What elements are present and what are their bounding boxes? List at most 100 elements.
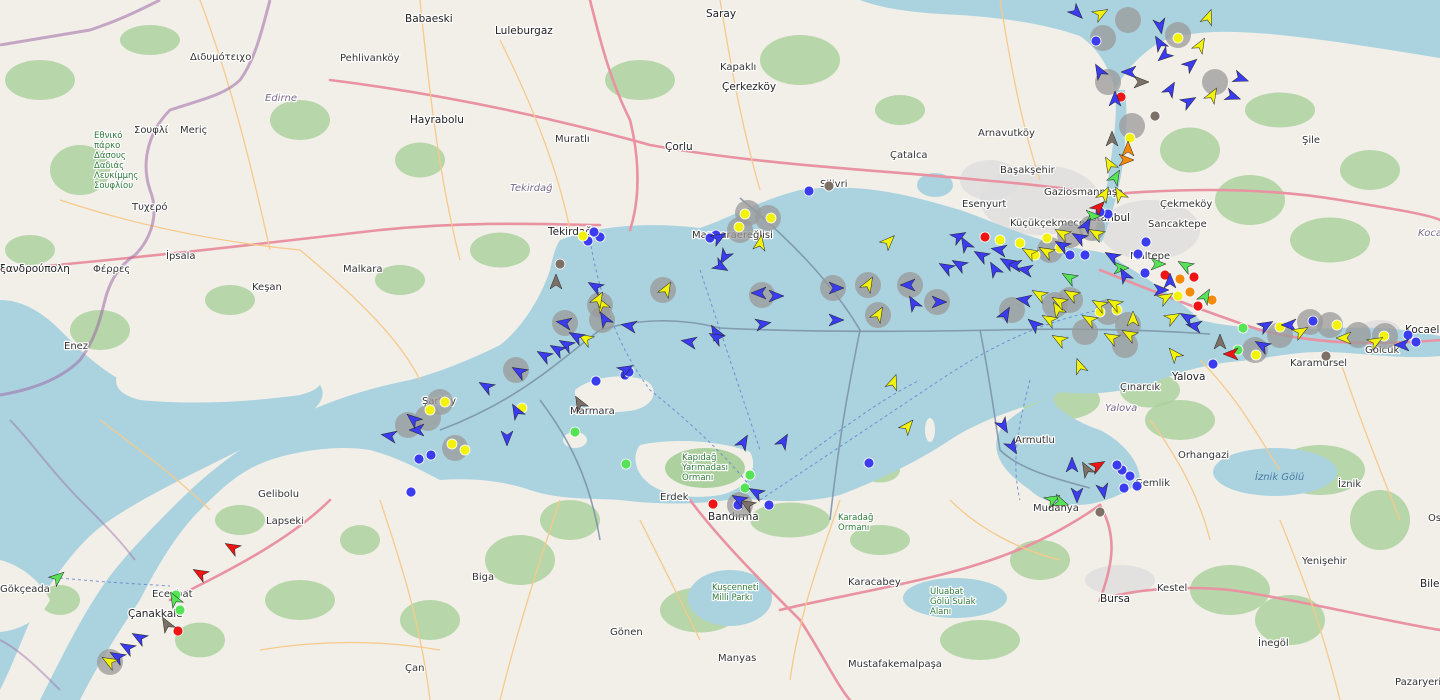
place-label-ipsala: İpsala xyxy=(166,249,196,262)
anchored-vessel-marker[interactable] xyxy=(1131,480,1143,492)
place-label-karacabey: Karacabey xyxy=(848,577,901,588)
anchored-vessel-marker[interactable] xyxy=(1207,358,1219,370)
anchored-vessel-marker[interactable] xyxy=(1410,336,1422,348)
place-label-arnavutkoy: Arnavutköy xyxy=(978,128,1035,139)
anchored-vessel-marker[interactable] xyxy=(1174,273,1186,285)
anchored-vessel-marker[interactable] xyxy=(823,180,835,192)
anchored-vessel-marker[interactable] xyxy=(1118,482,1130,494)
anchored-vessel-marker[interactable] xyxy=(1140,236,1152,248)
anchored-vessel-marker[interactable] xyxy=(704,232,716,244)
anchored-vessel-marker[interactable] xyxy=(1094,506,1106,518)
anchored-vessel-marker[interactable] xyxy=(1132,248,1144,260)
forest-area xyxy=(605,60,675,100)
forest-area xyxy=(470,232,530,268)
place-label-mustafakemalpasa: Mustafakemalpaşa xyxy=(848,659,942,670)
place-label-cerkezkoy: Çerkezköy xyxy=(722,81,776,93)
anchored-vessel-marker[interactable] xyxy=(1014,237,1026,249)
anchored-vessel-marker[interactable] xyxy=(425,449,437,461)
place-label-cekmekoy: Çekmeköy xyxy=(1160,199,1212,210)
anchored-vessel-marker[interactable] xyxy=(1111,459,1123,471)
place-label-marmara: Marmara xyxy=(570,406,615,417)
forest-area xyxy=(1340,150,1400,190)
anchored-vessel-marker[interactable] xyxy=(1307,315,1319,327)
anchored-vessel-marker[interactable] xyxy=(1184,286,1196,298)
place-label-basaksehir: Başakşehir xyxy=(1000,165,1056,176)
anchored-vessel-marker[interactable] xyxy=(1192,300,1204,312)
forest-area xyxy=(270,100,330,140)
anchored-vessel-marker[interactable] xyxy=(1172,290,1184,302)
anchored-vessel-marker[interactable] xyxy=(1172,32,1184,44)
anchored-vessel-marker[interactable] xyxy=(1139,267,1151,279)
place-label-kapakli: Kapaklı xyxy=(720,62,756,73)
place-label-catalca: Çatalca xyxy=(890,150,928,161)
anchored-vessel-marker[interactable] xyxy=(413,453,425,465)
anchored-vessel-marker[interactable] xyxy=(424,404,436,416)
anchored-vessel-marker[interactable] xyxy=(172,625,184,637)
anchored-vessel-marker[interactable] xyxy=(763,499,775,511)
place-label-gelibolu: Gelibolu xyxy=(258,489,299,500)
forest-area xyxy=(400,600,460,640)
place-label-yenisehir: Yenişehir xyxy=(1301,556,1348,567)
forest-area xyxy=(205,285,255,315)
anchored-vessel-marker[interactable] xyxy=(569,426,581,438)
anchored-vessel-marker[interactable] xyxy=(765,212,777,224)
anchored-vessel-marker[interactable] xyxy=(588,226,600,238)
anchored-vessel-marker[interactable] xyxy=(994,234,1006,246)
place-label-muratli: Muratlı xyxy=(555,134,590,145)
forest-area xyxy=(340,525,380,555)
anchored-vessel-marker[interactable] xyxy=(803,185,815,197)
anchored-vessel-marker[interactable] xyxy=(554,258,566,270)
anchored-vessel-marker[interactable] xyxy=(739,482,751,494)
anchored-vessel-marker[interactable] xyxy=(174,604,186,616)
vessel-traffic-map[interactable]: Babaeski Luleburgaz Saray Kapaklı Çerkezköy Δ… xyxy=(0,0,1440,700)
place-label-sile: Şile xyxy=(1302,135,1320,146)
anchored-vessel-marker[interactable] xyxy=(405,486,417,498)
anchored-vessel-marker[interactable] xyxy=(863,457,875,469)
anchored-vessel-marker[interactable] xyxy=(1402,329,1414,341)
anchored-vessel-marker[interactable] xyxy=(446,438,458,450)
place-label-erdek: Erdek xyxy=(660,492,689,503)
place-label-pehlivankoy: Pehlivanköy xyxy=(340,53,400,64)
anchored-vessel-marker[interactable] xyxy=(744,469,756,481)
place-label-orhangazi: Orhangazi xyxy=(1178,450,1229,461)
anchored-vessel-marker[interactable] xyxy=(979,231,991,243)
anchored-vessel-marker[interactable] xyxy=(1331,319,1343,331)
anchored-vessel-marker[interactable] xyxy=(707,498,719,510)
anchored-vessel-marker[interactable] xyxy=(1188,271,1200,283)
place-label-gaziosmanpasa: Gaziosmanpaşa xyxy=(1044,187,1123,198)
anchored-vessel-marker[interactable] xyxy=(439,396,451,408)
anchored-vessel-marker[interactable] xyxy=(1090,35,1102,47)
anchored-vessel-marker[interactable] xyxy=(1064,249,1076,261)
anchored-vessel-marker[interactable] xyxy=(1320,350,1332,362)
place-label-didymoteicho: Διδυμότειχο xyxy=(190,51,251,63)
anchored-vessel-marker[interactable] xyxy=(620,458,632,470)
anchored-vessel-marker[interactable] xyxy=(739,208,751,220)
anchored-vessel-marker[interactable] xyxy=(590,375,602,387)
anchored-vessel-marker[interactable] xyxy=(1124,470,1136,482)
place-label-edirne: Edirne xyxy=(265,93,297,104)
place-label-bilecik: Bile xyxy=(1420,578,1440,590)
forest-area xyxy=(120,25,180,55)
anchored-vessel-marker[interactable] xyxy=(1274,321,1286,333)
anchored-vessel-marker[interactable] xyxy=(1124,132,1136,144)
anchored-vessel-marker[interactable] xyxy=(1237,322,1249,334)
place-label-manyas: Manyas xyxy=(718,653,756,664)
anchored-vessel-marker[interactable] xyxy=(1250,349,1262,361)
place-label-pazaryeri: Pazaryeri xyxy=(1395,677,1440,688)
anchored-vessel-marker[interactable] xyxy=(1149,110,1161,122)
vessel-cluster[interactable] xyxy=(1072,319,1098,345)
forest-area xyxy=(5,60,75,100)
anchored-vessel-marker[interactable] xyxy=(1079,249,1091,261)
anchored-vessel-marker[interactable] xyxy=(1041,232,1053,244)
anchored-vessel-marker[interactable] xyxy=(577,230,589,242)
vessel-cluster[interactable] xyxy=(1115,7,1141,33)
place-label-iznik_golu: İznik Gölü xyxy=(1255,470,1304,483)
place-label-lapseki: Lapseki xyxy=(266,516,304,527)
anchored-vessel-marker[interactable] xyxy=(733,221,745,233)
forest-area xyxy=(265,580,335,620)
map-canvas[interactable]: Babaeski Luleburgaz Saray Kapaklı Çerkezköy Δ… xyxy=(0,0,1440,700)
forest-area xyxy=(1215,175,1285,225)
place-label-soufli: Σουφλί xyxy=(134,124,169,136)
place-label-corlu: Çorlu xyxy=(665,141,693,153)
anchored-vessel-marker[interactable] xyxy=(459,444,471,456)
